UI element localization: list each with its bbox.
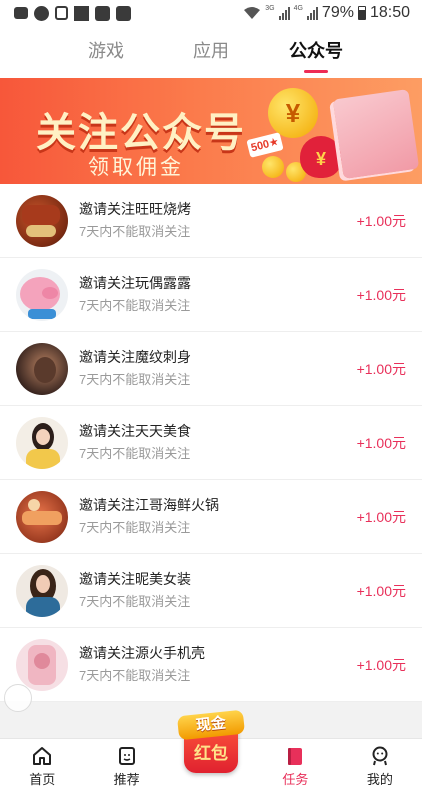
- nav-cash-redpack[interactable]: 现金 红包: [169, 709, 253, 791]
- bbq-avatar: [16, 194, 68, 247]
- promo-banner[interactable]: 关注公众号 领取佣金 ¥ 500★ ¥: [0, 78, 422, 184]
- list-item[interactable]: 邀请关注昵美女装 7天内不能取消关注 +1.00元: [0, 554, 422, 628]
- badge-500: 500★: [246, 132, 284, 158]
- banner-title: 关注公众号: [36, 111, 246, 155]
- item-subtitle: 7天内不能取消关注: [79, 520, 191, 535]
- item-reward: +1.00元: [356, 212, 406, 229]
- item-reward: +1.00元: [356, 434, 406, 451]
- cash-bills-icon: [332, 89, 420, 179]
- tab-apps[interactable]: 应用: [159, 26, 264, 78]
- item-subtitle: 7天内不能取消关注: [79, 668, 191, 683]
- list-item[interactable]: 邀请关注江哥海鲜火锅 7天内不能取消关注 +1.00元: [0, 480, 422, 554]
- item-reward: +1.00元: [356, 360, 406, 377]
- small-coin-icon: [262, 156, 284, 178]
- nav-tasks-label: 任务: [282, 772, 309, 787]
- nav-mine[interactable]: 我的: [338, 739, 422, 791]
- red-envelope-icon: 现金 红包: [176, 709, 246, 779]
- redpack-bottom-label: 红包: [194, 744, 229, 763]
- task-book-icon: [288, 748, 303, 765]
- woman-avatar: [16, 416, 68, 469]
- status-bar: 3G 4G 79% 18:50: [0, 0, 422, 26]
- square-app-icon: [74, 5, 89, 21]
- item-title: 邀请关注魔纹刺身: [79, 349, 191, 365]
- nav-mine-label: 我的: [366, 772, 393, 787]
- pig-toy-avatar: [16, 268, 68, 321]
- system-status: 3G 4G 79% 18:50: [243, 4, 410, 22]
- image-icon: [95, 5, 110, 21]
- item-reward: +1.00元: [356, 582, 406, 599]
- net2-label: 4G: [293, 4, 303, 12]
- coin-icon: ¥: [268, 88, 318, 138]
- nav-home[interactable]: 首页: [0, 739, 84, 791]
- bag-icon: [55, 6, 68, 20]
- list-item[interactable]: 邀请关注天天美食 7天内不能取消关注 +1.00元: [0, 406, 422, 480]
- item-subtitle: 7天内不能取消关注: [79, 446, 191, 461]
- wifi-icon: [244, 7, 261, 19]
- tab-games[interactable]: 游戏: [54, 26, 159, 78]
- battery-percent: 79%: [321, 4, 354, 21]
- item-subtitle: 7天内不能取消关注: [79, 298, 191, 313]
- item-title: 邀请关注源火手机壳: [79, 645, 205, 661]
- profile-icon: [372, 746, 388, 766]
- nav-recommend[interactable]: 推荐: [84, 739, 168, 791]
- tattoo-avatar: [16, 342, 68, 395]
- signal-icon-2: [306, 6, 318, 20]
- category-tabs: 游戏 应用 公众号: [0, 26, 422, 78]
- item-title: 邀请关注江哥海鲜火锅: [79, 497, 219, 513]
- nav-home-label: 首页: [29, 772, 56, 787]
- list-item[interactable]: 邀请关注源火手机壳 7天内不能取消关注 +1.00元: [0, 628, 422, 702]
- circle-app-icon: [34, 5, 49, 21]
- list-item[interactable]: 邀请关注魔纹刺身 7天内不能取消关注 +1.00元: [0, 332, 422, 406]
- item-title: 邀请关注昵美女装: [79, 571, 191, 587]
- floating-assist-button[interactable]: [4, 684, 32, 712]
- notification-icons: [14, 5, 131, 21]
- net1-label: 3G: [265, 4, 275, 12]
- money-bag-icon: ¥: [300, 136, 342, 178]
- item-subtitle: 7天内不能取消关注: [79, 372, 191, 387]
- battery-icon: [357, 6, 366, 20]
- list-item[interactable]: 邀请关注旺旺烧烤 7天内不能取消关注 +1.00元: [0, 184, 422, 258]
- task-list: 邀请关注旺旺烧烤 7天内不能取消关注 +1.00元 邀请关注玩偶露露 7天内不能…: [0, 184, 422, 702]
- recommend-icon: [118, 747, 135, 765]
- item-title: 邀请关注玩偶露露: [79, 275, 191, 291]
- fashion-avatar: [16, 564, 68, 617]
- banner-subtitle: 领取佣金: [88, 156, 184, 179]
- list-item[interactable]: 邀请关注玩偶露露 7天内不能取消关注 +1.00元: [0, 258, 422, 332]
- item-reward: +1.00元: [356, 508, 406, 525]
- item-title: 邀请关注旺旺烧烤: [79, 201, 191, 217]
- tab-official-accounts[interactable]: 公众号: [264, 26, 369, 78]
- item-reward: +1.00元: [356, 656, 406, 673]
- signal-icon-1: [278, 6, 290, 20]
- seafood-avatar: [16, 490, 68, 543]
- bottom-navigation: 首页 推荐 现金 红包 任务 我的: [0, 709, 422, 791]
- message-icon: [14, 7, 28, 19]
- item-title: 邀请关注天天美食: [79, 423, 191, 439]
- nav-recommend-label: 推荐: [113, 772, 140, 787]
- home-icon: [33, 747, 52, 765]
- phonecase-avatar: [16, 638, 68, 691]
- item-subtitle: 7天内不能取消关注: [79, 594, 191, 609]
- item-reward: +1.00元: [356, 286, 406, 303]
- item-subtitle: 7天内不能取消关注: [79, 224, 191, 239]
- nav-tasks[interactable]: 任务: [253, 739, 337, 791]
- activity-icon: [116, 5, 131, 21]
- clock: 18:50: [369, 4, 410, 21]
